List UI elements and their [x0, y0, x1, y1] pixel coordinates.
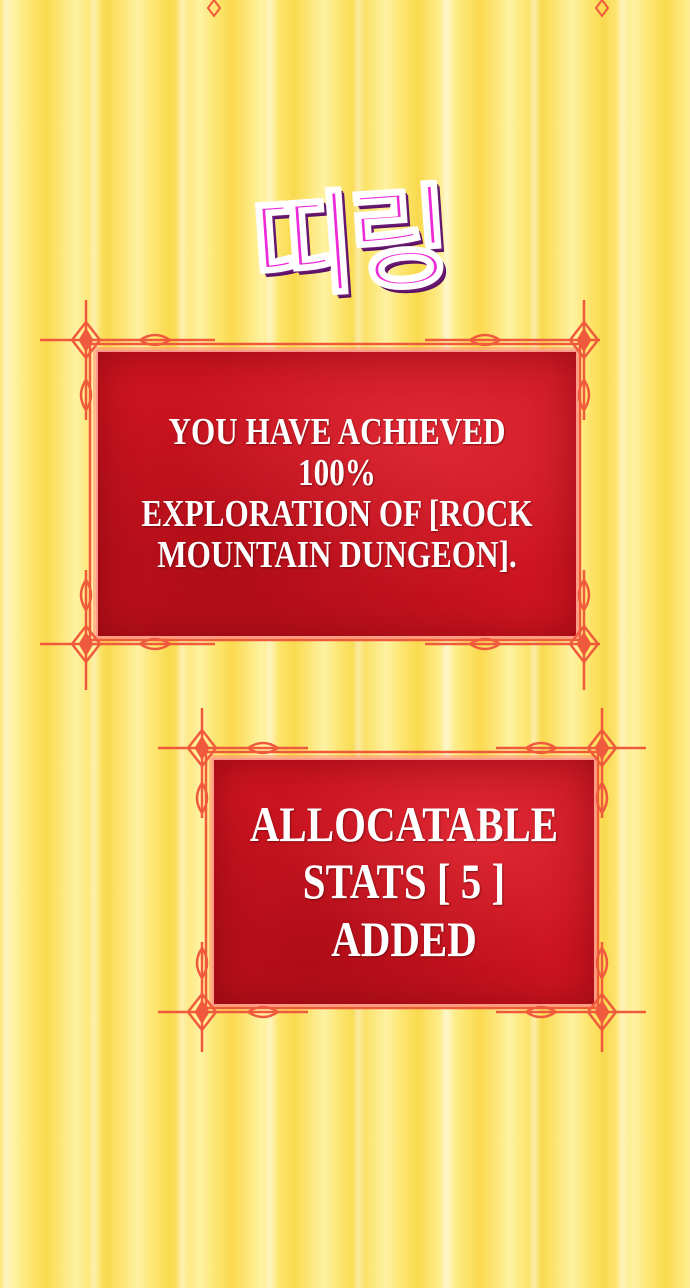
sound-effect-text: 띠링	[246, 171, 452, 317]
message-line: EXPLORATION OF [ROCK	[141, 493, 533, 535]
notification-message: ALLOCATABLE STATS [ 5 ] ADDED	[248, 796, 560, 969]
top-ornament-left	[206, 0, 222, 18]
notification-box-exploration: YOU HAVE ACHIEVED 100% EXPLORATION OF [R…	[40, 300, 600, 690]
notification-message: YOU HAVE ACHIEVED 100% EXPLORATION OF [R…	[141, 410, 533, 577]
notification-panel: ALLOCATABLE STATS [ 5 ] ADDED	[212, 758, 596, 1006]
message-line: YOU HAVE ACHIEVED 100%	[168, 410, 506, 494]
message-line: STATS [ 5 ] ADDED	[302, 853, 506, 967]
message-line: MOUNTAIN DUNGEON].	[157, 534, 517, 577]
message-line: ALLOCATABLE	[249, 795, 559, 852]
notification-panel: YOU HAVE ACHIEVED 100% EXPLORATION OF [R…	[96, 350, 578, 638]
notification-box-stats: ALLOCATABLE STATS [ 5 ] ADDED	[158, 708, 646, 1052]
top-ornament-right	[594, 0, 610, 18]
